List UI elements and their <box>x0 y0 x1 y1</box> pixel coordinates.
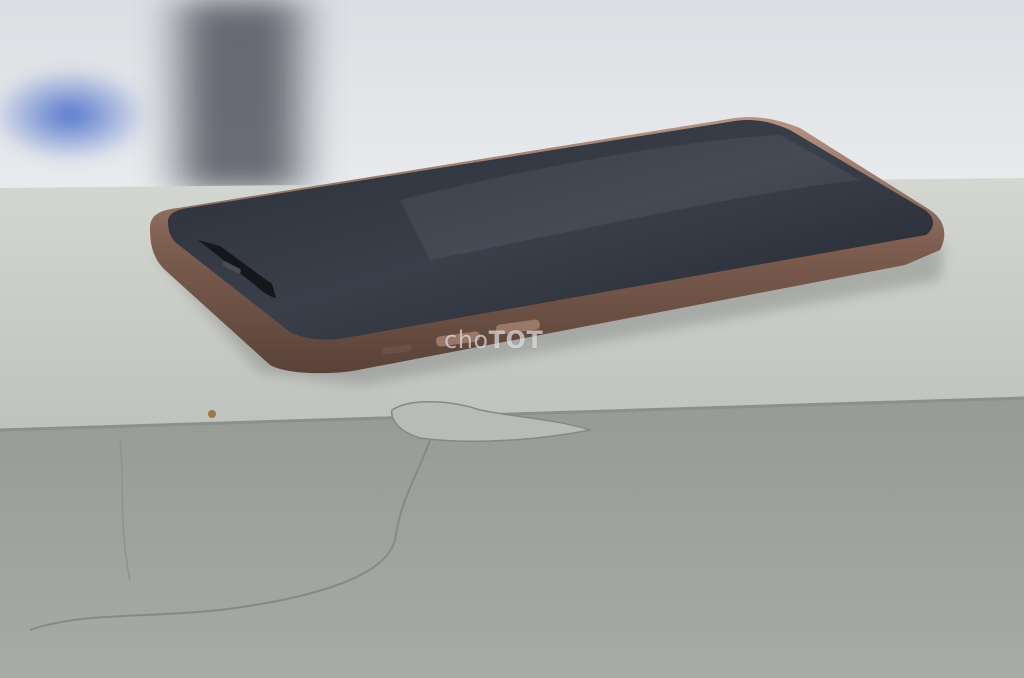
background-dark-pillar <box>150 0 330 190</box>
debris <box>208 410 216 418</box>
photo-scene <box>0 0 1024 678</box>
